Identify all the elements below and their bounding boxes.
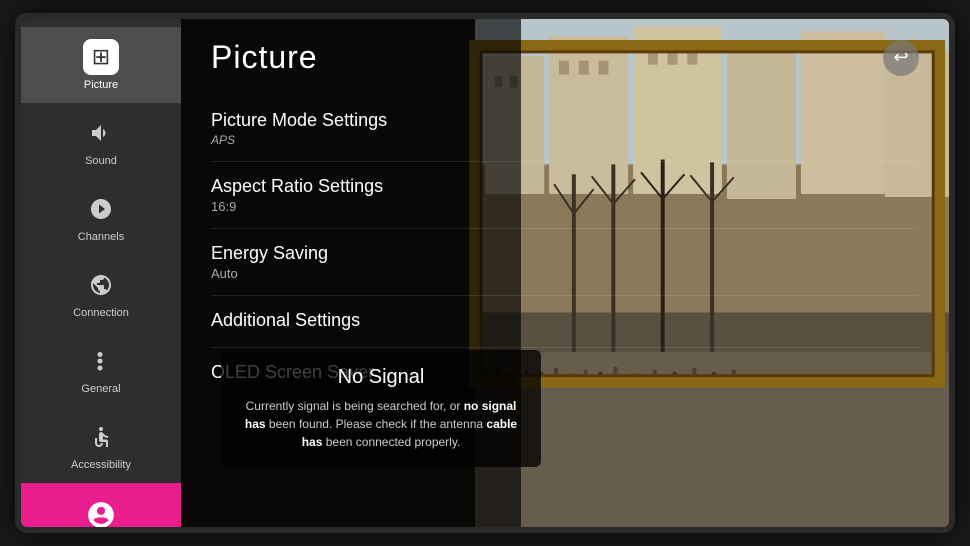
energy-saving-title: Energy Saving (211, 243, 919, 264)
sidebar-item-connection[interactable]: Connection (21, 255, 181, 331)
picture-mode-title: Picture Mode Settings (211, 110, 919, 131)
sidebar-item-general[interactable]: General (21, 331, 181, 407)
sidebar-item-sound[interactable]: Sound (21, 103, 181, 179)
aspect-ratio-title: Aspect Ratio Settings (211, 176, 919, 197)
sidebar-label-channels: Channels (78, 231, 124, 243)
energy-saving-subtitle: Auto (211, 266, 919, 281)
aspect-ratio-subtitle: 16:9 (211, 199, 919, 214)
sidebar-label-picture: Picture (84, 79, 118, 91)
no-signal-text-2: been found. Please check if the antenna (266, 417, 487, 431)
menu-item-picture-mode[interactable]: Picture Mode Settings APS (211, 96, 919, 162)
back-button[interactable]: ↩ (883, 40, 919, 76)
sound-icon (83, 115, 119, 151)
sidebar-item-support[interactable]: Support (21, 483, 181, 533)
accessibility-icon (83, 419, 119, 455)
general-icon (83, 343, 119, 379)
no-signal-text-3: been connected properly. (322, 435, 460, 449)
connection-icon (83, 267, 119, 303)
no-signal-text-1: Currently signal is being searched for, … (246, 399, 464, 413)
channels-icon (83, 191, 119, 227)
no-signal-text: Currently signal is being searched for, … (241, 397, 521, 451)
sidebar-item-picture[interactable]: ⊞ Picture (21, 27, 181, 103)
sidebar-label-connection: Connection (73, 307, 129, 319)
no-signal-overlay: No Signal Currently signal is being sear… (221, 350, 541, 467)
sidebar-label-sound: Sound (85, 155, 117, 167)
menu-item-energy-saving[interactable]: Energy Saving Auto (211, 229, 919, 296)
picture-mode-subtitle: APS (211, 133, 919, 147)
sidebar: ⊞ Picture Sound Channels (21, 19, 181, 527)
sidebar-label-accessibility: Accessibility (71, 459, 131, 471)
sidebar-label-general: General (81, 383, 120, 395)
menu-item-aspect-ratio[interactable]: Aspect Ratio Settings 16:9 (211, 162, 919, 229)
picture-icon: ⊞ (83, 39, 119, 75)
sidebar-item-accessibility[interactable]: Accessibility (21, 407, 181, 483)
page-title: Picture (211, 39, 318, 76)
support-icon (83, 497, 119, 533)
sidebar-item-channels[interactable]: Channels (21, 179, 181, 255)
menu-item-additional[interactable]: Additional Settings (211, 296, 919, 348)
page-header: Picture ↩ (211, 39, 919, 76)
additional-title: Additional Settings (211, 310, 919, 331)
no-signal-title: No Signal (241, 366, 521, 389)
tv-screen: ⊞ Picture Sound Channels (15, 13, 955, 533)
